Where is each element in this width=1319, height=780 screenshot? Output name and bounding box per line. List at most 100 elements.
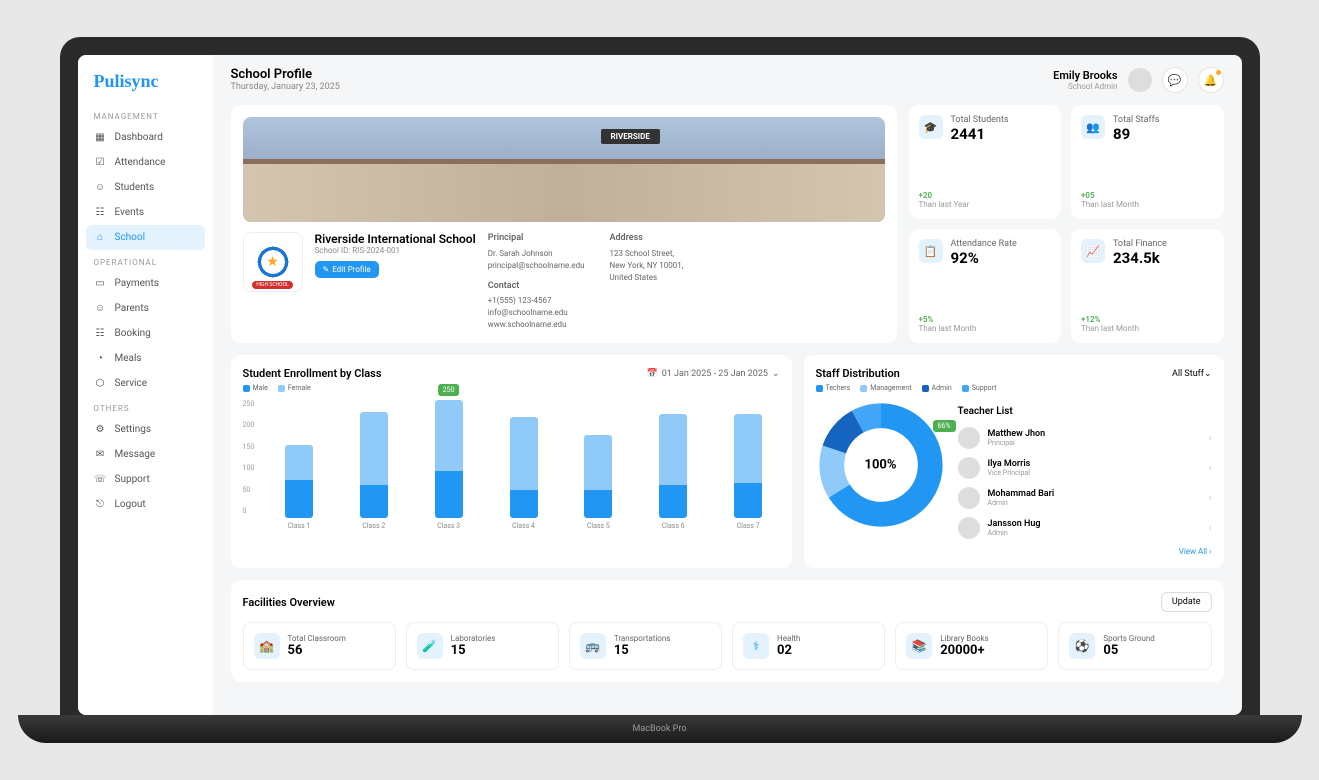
students-stat-icon: 🎓 xyxy=(919,115,943,139)
facility-icon: ⚕ xyxy=(743,633,769,659)
page-header: School Profile Thursday, January 23, 202… xyxy=(231,67,1224,93)
facility-item: ⚕Health02 xyxy=(732,622,885,670)
teacher-list-title: Teacher List xyxy=(958,406,1212,417)
chevron-right-icon: › xyxy=(1208,433,1211,444)
chat-button[interactable]: 💬 xyxy=(1162,67,1188,93)
bell-icon: 🔔 xyxy=(1204,74,1218,87)
user-avatar[interactable] xyxy=(1128,68,1152,92)
facilities-card: Facilities Overview Update 🏫Total Classr… xyxy=(231,580,1224,682)
edit-profile-button[interactable]: ✎Edit Profile xyxy=(315,261,379,278)
booking-icon: ☷ xyxy=(94,327,107,340)
teacher-item[interactable]: Mohammad BariAdmin› xyxy=(958,483,1212,513)
sidebar-item-attendance[interactable]: ☑Attendance xyxy=(86,150,205,175)
sidebar-item-message[interactable]: ✉Message xyxy=(86,442,205,467)
facility-item: ⚽Sports Ground05 xyxy=(1058,622,1211,670)
logout-icon: ⎋ xyxy=(94,498,107,511)
facility-icon: 🧪 xyxy=(417,633,443,659)
staff-filter[interactable]: All Stuff xyxy=(1172,369,1204,379)
school-badge-icon xyxy=(249,238,297,286)
y-axis: 250200150100500 xyxy=(243,400,255,515)
school-profile-card: RIVERSIDE HIGH SCHOOL Riverside Internat… xyxy=(231,105,897,343)
notification-dot xyxy=(1216,70,1221,75)
sidebar-item-events[interactable]: ☷Events xyxy=(86,200,205,225)
sidebar-item-students[interactable]: ☺Students xyxy=(86,175,205,200)
contact-email: info@schoolname.edu xyxy=(488,307,585,319)
support-icon: ☏ xyxy=(94,473,107,486)
school-id: School ID: RIS-2024-001 xyxy=(315,246,476,255)
stat-attendance: 📋Attendance Rate92% +5%Than last Month xyxy=(909,229,1062,343)
finance-stat-icon: 📈 xyxy=(1081,239,1105,263)
message-icon: ✉ xyxy=(94,448,107,461)
sidebar-item-support[interactable]: ☏Support xyxy=(86,467,205,492)
calendar-icon: 📅 xyxy=(646,369,657,379)
facility-item: 📚Library Books20000+ xyxy=(895,622,1048,670)
enrollment-bar-chart: 250200150100500 Class 1Class 2250Class 3… xyxy=(243,400,780,530)
teacher-item[interactable]: Matthew JhonPrincipal› xyxy=(958,423,1212,453)
facility-icon: ⚽ xyxy=(1069,633,1095,659)
attendance-icon: ☑ xyxy=(94,156,107,169)
staff-legend: Techers Management Admin Support xyxy=(816,384,1212,392)
staff-title: Staff Distribution xyxy=(816,367,900,380)
nav-group-others: OTHERS xyxy=(86,396,205,417)
main-content: School Profile Thursday, January 23, 202… xyxy=(213,55,1242,715)
dashboard-icon: ▦ xyxy=(94,131,107,144)
teacher-item[interactable]: Ilya MorrisVice Principal› xyxy=(958,453,1212,483)
date-range-picker[interactable]: 📅01 Jan 2025 - 25 Jan 2025⌄ xyxy=(646,369,779,379)
principal-label: Principal xyxy=(488,232,585,246)
logo-ribbon: HIGH SCHOOL xyxy=(252,281,293,289)
sidebar-item-parents[interactable]: ☺Parents xyxy=(86,296,205,321)
facility-item: 🏫Total Classroom56 xyxy=(243,622,396,670)
teacher-avatar xyxy=(958,427,980,449)
school-banner-image: RIVERSIDE xyxy=(243,117,885,222)
teacher-item[interactable]: Jansson HugAdmin› xyxy=(958,513,1212,543)
address-line2: New York, NY 10001, xyxy=(609,260,683,272)
facility-icon: 🚌 xyxy=(580,633,606,659)
nav-group-management: MANAGEMENT xyxy=(86,104,205,125)
view-all-link[interactable]: View All › xyxy=(958,547,1212,556)
chevron-right-icon: › xyxy=(1209,547,1211,556)
bar-col: Class 6 xyxy=(642,400,705,530)
page-date: Thursday, January 23, 2025 xyxy=(231,82,340,92)
sidebar-item-service[interactable]: ⬡Service xyxy=(86,371,205,396)
banner-sign: RIVERSIDE xyxy=(601,129,660,144)
stat-staffs: 👥Total Staffs89 +05Than last Month xyxy=(1071,105,1224,219)
address-line3: United States xyxy=(609,272,683,284)
sidebar-item-payments[interactable]: ▭Payments xyxy=(86,271,205,296)
page-title: School Profile xyxy=(231,67,340,82)
chevron-right-icon: › xyxy=(1208,463,1211,474)
donut-center: 100% xyxy=(865,458,897,473)
bar-col: 250Class 3 xyxy=(417,400,480,530)
sidebar-item-settings[interactable]: ⚙Settings xyxy=(86,417,205,442)
sidebar-item-school[interactable]: ⌂School xyxy=(86,225,205,250)
payments-icon: ▭ xyxy=(94,277,107,290)
donut-badge: 66% xyxy=(933,420,956,432)
gear-icon: ⚙ xyxy=(94,423,107,436)
bar-col: Class 4 xyxy=(492,400,555,530)
address-line1: 123 School Street, xyxy=(609,248,683,260)
sidebar-item-meals[interactable]: ◔Meals xyxy=(86,346,205,371)
contact-label: Contact xyxy=(488,280,585,294)
chevron-right-icon: › xyxy=(1208,523,1211,534)
bar-col: Class 5 xyxy=(567,400,630,530)
facility-icon: 🏫 xyxy=(254,633,280,659)
chevron-down-icon: ⌄ xyxy=(1204,369,1212,379)
chevron-right-icon: › xyxy=(1208,493,1211,504)
sidebar-item-booking[interactable]: ☷Booking xyxy=(86,321,205,346)
brand-logo: Pulisync xyxy=(86,67,205,104)
user-name: Emily Brooks xyxy=(1053,69,1117,82)
bar-col: Class 7 xyxy=(717,400,780,530)
contact-phone: +1(555) 123-4567 xyxy=(488,295,585,307)
user-role: School Admin xyxy=(1053,82,1117,91)
facilities-grid: 🏫Total Classroom56🧪Laboratories15🚌Transp… xyxy=(243,622,1212,670)
app-screen: Pulisync MANAGEMENT ▦Dashboard ☑Attendan… xyxy=(78,55,1242,715)
stat-students: 🎓Total Students2441 +20Than last Year xyxy=(909,105,1062,219)
facility-icon: 📚 xyxy=(906,633,932,659)
service-icon: ⬡ xyxy=(94,377,107,390)
teacher-panel: Teacher List Matthew JhonPrincipal›Ilya … xyxy=(958,400,1212,556)
sidebar-item-logout[interactable]: ⎋Logout xyxy=(86,492,205,517)
events-icon: ☷ xyxy=(94,206,107,219)
sidebar-item-dashboard[interactable]: ▦Dashboard xyxy=(86,125,205,150)
notifications-button[interactable]: 🔔 xyxy=(1198,67,1224,93)
sidebar: Pulisync MANAGEMENT ▦Dashboard ☑Attendan… xyxy=(78,55,213,715)
update-button[interactable]: Update xyxy=(1161,592,1212,612)
